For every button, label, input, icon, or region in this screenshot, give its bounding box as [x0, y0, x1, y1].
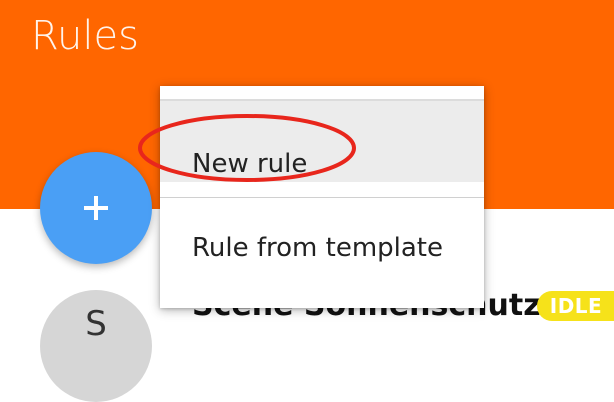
plus-icon: [84, 196, 108, 220]
avatar-letter: S: [85, 304, 107, 344]
menu-item-label: Rule from template: [192, 233, 443, 263]
menu-item-label: New rule: [192, 148, 308, 179]
add-rule-button[interactable]: [40, 152, 152, 264]
menu-item-rule-from-template[interactable]: Rule from template: [160, 198, 484, 294]
status-badge: IDLE: [537, 291, 614, 321]
menu-item-new-rule[interactable]: New rule: [160, 101, 484, 182]
avatar: S: [40, 290, 152, 402]
add-rule-menu: New rule Rule from template: [160, 86, 484, 308]
page-title: Rules: [31, 13, 139, 59]
